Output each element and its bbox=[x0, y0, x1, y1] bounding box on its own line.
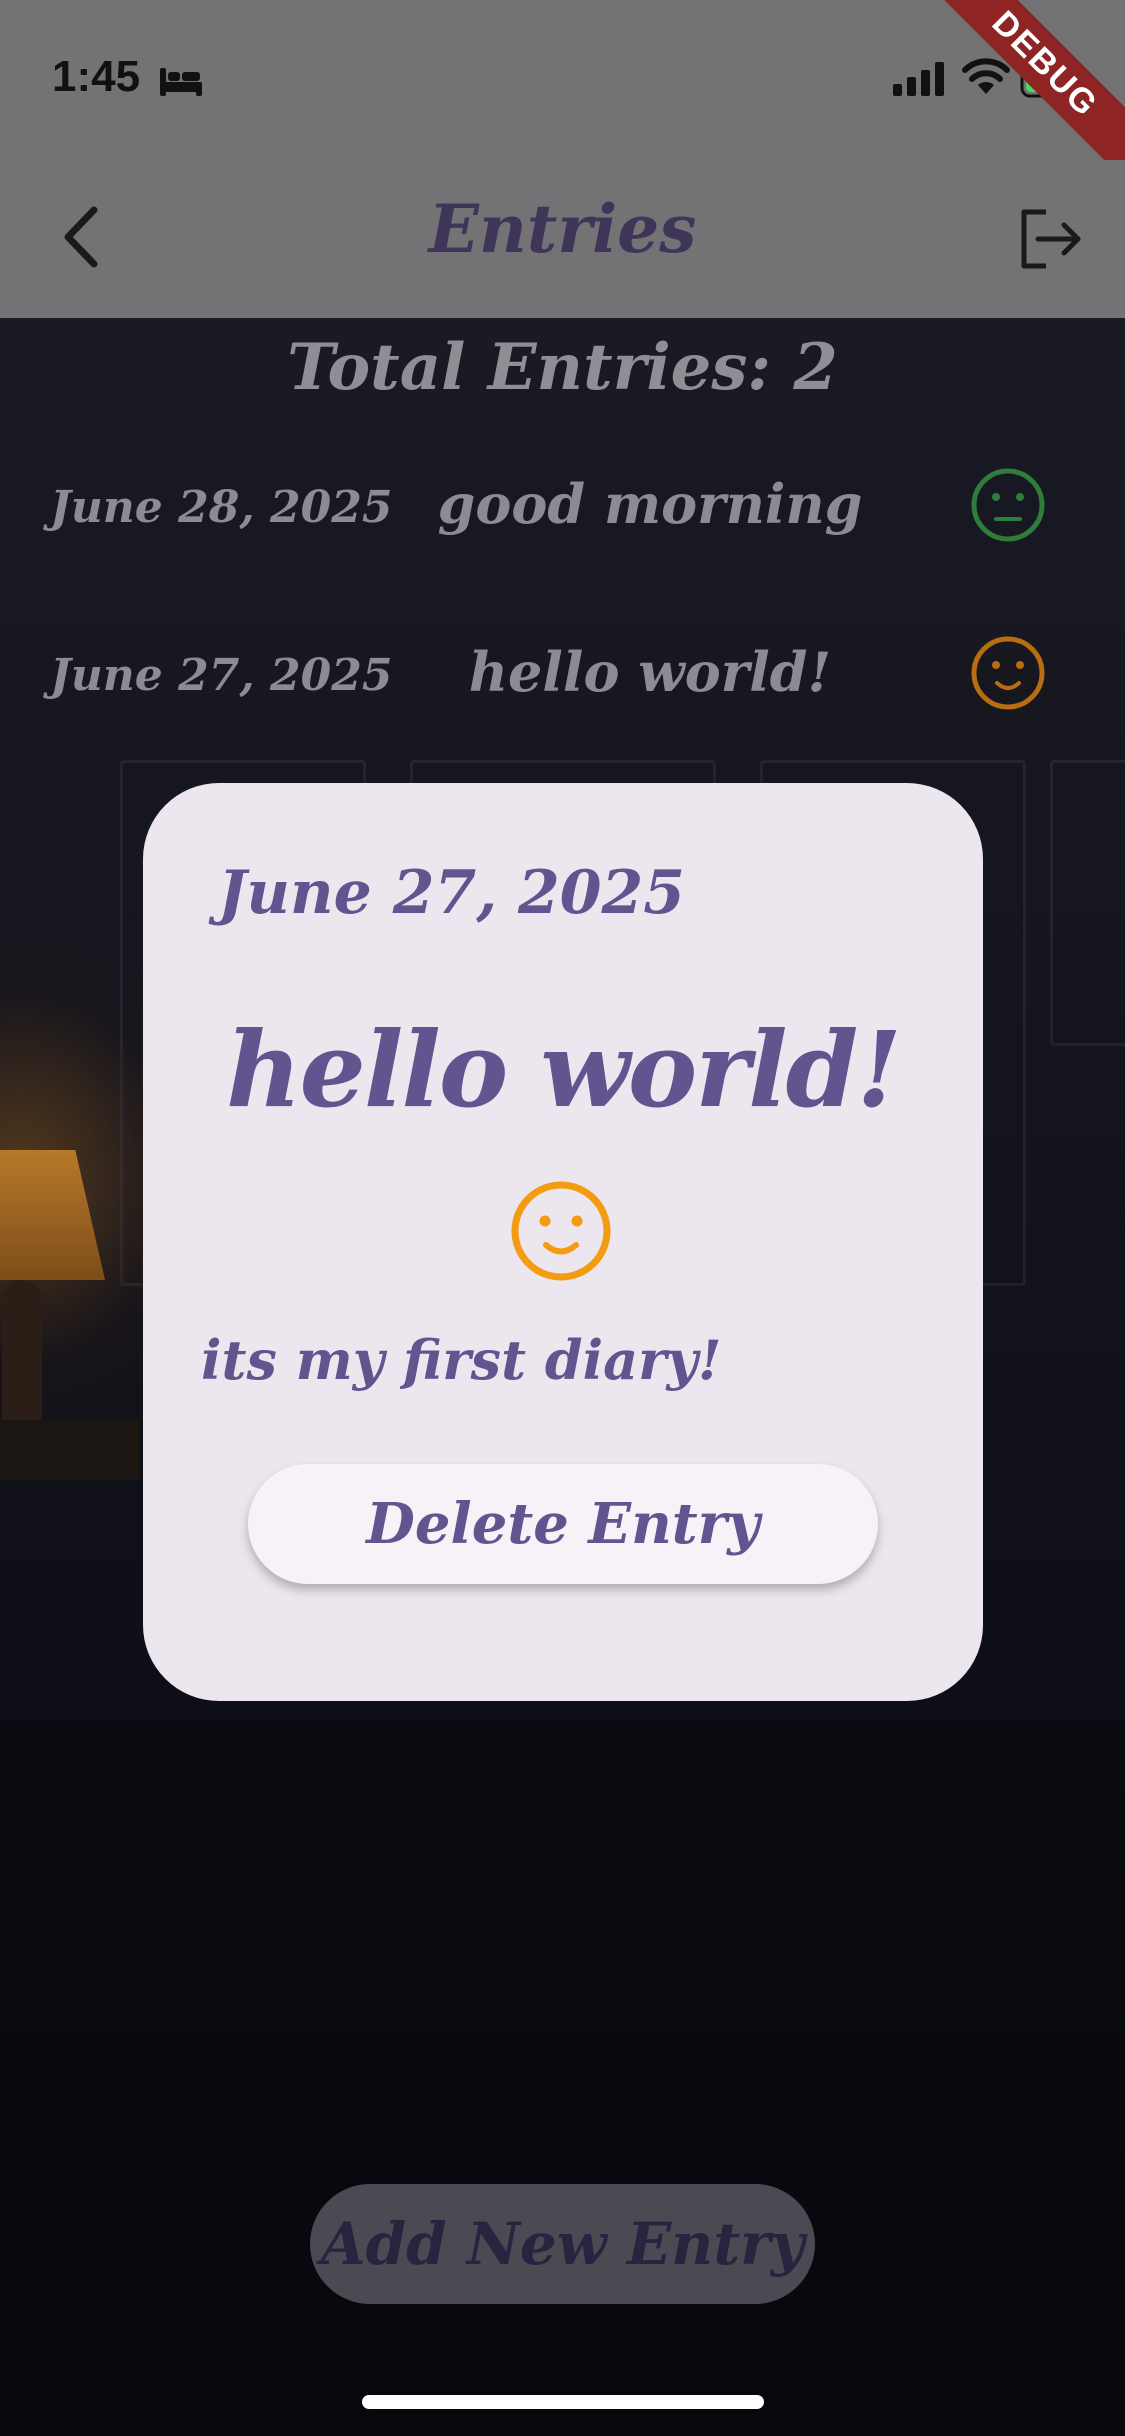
lamp-shade bbox=[0, 1150, 105, 1280]
total-entries-count: Total Entries: 2 bbox=[287, 330, 838, 405]
entry-detail-dialog: June 27, 2025 hello world! its my first … bbox=[143, 783, 983, 1701]
wifi-icon bbox=[962, 58, 1010, 100]
lamp-base bbox=[2, 1280, 42, 1430]
add-new-entry-button[interactable]: Add New Entry bbox=[310, 2184, 815, 2304]
bed-icon bbox=[158, 64, 204, 102]
status-bar: 1:45 DEBUG bbox=[0, 0, 1125, 189]
delete-entry-button[interactable]: Delete Entry bbox=[248, 1464, 878, 1584]
dialog-title: hello world! bbox=[226, 1008, 902, 1131]
smile-face-icon bbox=[509, 1179, 613, 1283]
smile-face-icon bbox=[970, 635, 1046, 711]
cellular-signal-icon bbox=[893, 62, 945, 100]
neutral-face-icon bbox=[970, 467, 1046, 543]
entry-date: June 28, 2025 bbox=[50, 482, 393, 533]
entry-row[interactable]: June 27, 2025 hello world! bbox=[0, 620, 1125, 730]
dialog-date: June 27, 2025 bbox=[218, 858, 685, 928]
dialog-body-text: its my first diary! bbox=[201, 1328, 722, 1392]
wall-panel bbox=[1050, 760, 1125, 1046]
home-indicator bbox=[362, 2395, 764, 2409]
entry-date: June 27, 2025 bbox=[50, 650, 393, 701]
app-bar: Entries bbox=[0, 160, 1125, 318]
floor bbox=[0, 1720, 1125, 2436]
entry-title: hello world! bbox=[468, 640, 832, 704]
logout-button[interactable] bbox=[1010, 202, 1090, 277]
status-time: 1:45 bbox=[52, 52, 141, 101]
page-title: Entries bbox=[428, 190, 697, 268]
side-table bbox=[0, 1420, 140, 1480]
entry-row[interactable]: June 28, 2025 good morning bbox=[0, 452, 1125, 562]
logout-icon bbox=[1021, 209, 1081, 269]
entry-title: good morning bbox=[437, 472, 863, 536]
